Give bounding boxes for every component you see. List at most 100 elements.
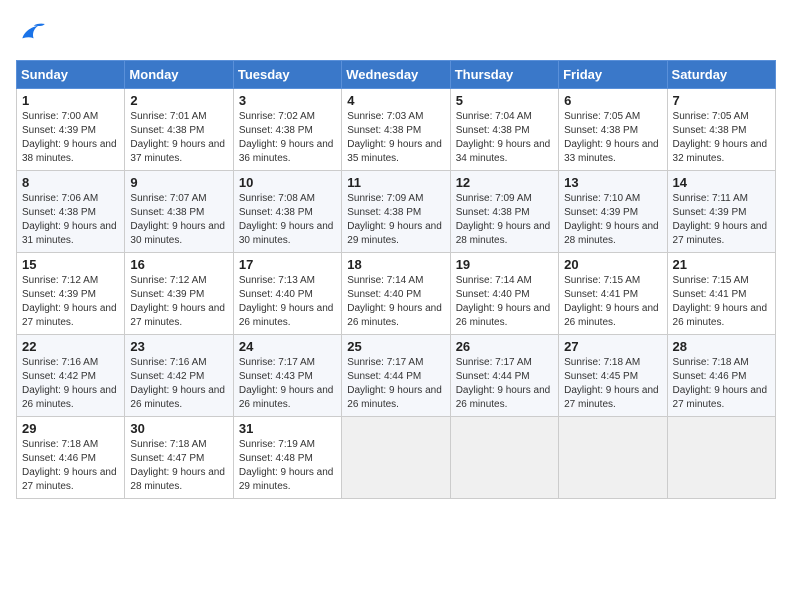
cell-info: Sunrise: 7:09 AM Sunset: 4:38 PM Dayligh… [456,192,553,248]
cell-info: Sunrise: 7:05 AM Sunset: 4:38 PM Dayligh… [673,110,770,166]
day-header-thursday: Thursday [450,61,558,89]
calendar-cell: 20 Sunrise: 7:15 AM Sunset: 4:41 PM Dayl… [559,253,667,335]
calendar-cell: 22 Sunrise: 7:16 AM Sunset: 4:42 PM Dayl… [17,335,125,417]
calendar-cell [450,417,558,499]
calendar-cell [667,417,775,499]
calendar-cell: 3 Sunrise: 7:02 AM Sunset: 4:38 PM Dayli… [233,89,341,171]
cell-info: Sunrise: 7:19 AM Sunset: 4:48 PM Dayligh… [239,438,336,494]
cell-info: Sunrise: 7:14 AM Sunset: 4:40 PM Dayligh… [347,274,444,330]
day-header-wednesday: Wednesday [342,61,450,89]
cell-info: Sunrise: 7:10 AM Sunset: 4:39 PM Dayligh… [564,192,661,248]
calendar-cell: 28 Sunrise: 7:18 AM Sunset: 4:46 PM Dayl… [667,335,775,417]
week-row-1: 1 Sunrise: 7:00 AM Sunset: 4:39 PM Dayli… [17,89,776,171]
calendar-cell: 2 Sunrise: 7:01 AM Sunset: 4:38 PM Dayli… [125,89,233,171]
calendar-cell: 12 Sunrise: 7:09 AM Sunset: 4:38 PM Dayl… [450,171,558,253]
day-number: 30 [130,421,227,436]
day-number: 23 [130,339,227,354]
day-header-tuesday: Tuesday [233,61,341,89]
calendar-cell: 14 Sunrise: 7:11 AM Sunset: 4:39 PM Dayl… [667,171,775,253]
calendar-cell: 7 Sunrise: 7:05 AM Sunset: 4:38 PM Dayli… [667,89,775,171]
day-number: 22 [22,339,119,354]
day-number: 4 [347,93,444,108]
day-number: 12 [456,175,553,190]
week-row-5: 29 Sunrise: 7:18 AM Sunset: 4:46 PM Dayl… [17,417,776,499]
calendar-table: SundayMondayTuesdayWednesdayThursdayFrid… [16,60,776,499]
cell-info: Sunrise: 7:11 AM Sunset: 4:39 PM Dayligh… [673,192,770,248]
day-header-friday: Friday [559,61,667,89]
day-number: 2 [130,93,227,108]
cell-info: Sunrise: 7:13 AM Sunset: 4:40 PM Dayligh… [239,274,336,330]
logo-icon [16,16,48,48]
cell-info: Sunrise: 7:02 AM Sunset: 4:38 PM Dayligh… [239,110,336,166]
calendar-cell: 8 Sunrise: 7:06 AM Sunset: 4:38 PM Dayli… [17,171,125,253]
day-number: 16 [130,257,227,272]
calendar-cell: 11 Sunrise: 7:09 AM Sunset: 4:38 PM Dayl… [342,171,450,253]
day-number: 15 [22,257,119,272]
cell-info: Sunrise: 7:12 AM Sunset: 4:39 PM Dayligh… [22,274,119,330]
cell-info: Sunrise: 7:17 AM Sunset: 4:44 PM Dayligh… [456,356,553,412]
calendar-cell: 4 Sunrise: 7:03 AM Sunset: 4:38 PM Dayli… [342,89,450,171]
logo [16,16,52,48]
week-row-4: 22 Sunrise: 7:16 AM Sunset: 4:42 PM Dayl… [17,335,776,417]
calendar-cell: 30 Sunrise: 7:18 AM Sunset: 4:47 PM Dayl… [125,417,233,499]
calendar-cell: 16 Sunrise: 7:12 AM Sunset: 4:39 PM Dayl… [125,253,233,335]
day-number: 17 [239,257,336,272]
calendar-cell: 10 Sunrise: 7:08 AM Sunset: 4:38 PM Dayl… [233,171,341,253]
day-number: 11 [347,175,444,190]
calendar-cell: 24 Sunrise: 7:17 AM Sunset: 4:43 PM Dayl… [233,335,341,417]
day-number: 18 [347,257,444,272]
day-number: 31 [239,421,336,436]
page-header [16,16,776,48]
day-number: 3 [239,93,336,108]
day-number: 8 [22,175,119,190]
day-number: 25 [347,339,444,354]
cell-info: Sunrise: 7:01 AM Sunset: 4:38 PM Dayligh… [130,110,227,166]
calendar-cell: 25 Sunrise: 7:17 AM Sunset: 4:44 PM Dayl… [342,335,450,417]
calendar-cell: 9 Sunrise: 7:07 AM Sunset: 4:38 PM Dayli… [125,171,233,253]
cell-info: Sunrise: 7:14 AM Sunset: 4:40 PM Dayligh… [456,274,553,330]
cell-info: Sunrise: 7:09 AM Sunset: 4:38 PM Dayligh… [347,192,444,248]
cell-info: Sunrise: 7:07 AM Sunset: 4:38 PM Dayligh… [130,192,227,248]
cell-info: Sunrise: 7:17 AM Sunset: 4:44 PM Dayligh… [347,356,444,412]
cell-info: Sunrise: 7:18 AM Sunset: 4:45 PM Dayligh… [564,356,661,412]
day-number: 26 [456,339,553,354]
cell-info: Sunrise: 7:08 AM Sunset: 4:38 PM Dayligh… [239,192,336,248]
day-number: 24 [239,339,336,354]
cell-info: Sunrise: 7:18 AM Sunset: 4:47 PM Dayligh… [130,438,227,494]
cell-info: Sunrise: 7:15 AM Sunset: 4:41 PM Dayligh… [564,274,661,330]
calendar-cell: 27 Sunrise: 7:18 AM Sunset: 4:45 PM Dayl… [559,335,667,417]
calendar-cell: 17 Sunrise: 7:13 AM Sunset: 4:40 PM Dayl… [233,253,341,335]
cell-info: Sunrise: 7:05 AM Sunset: 4:38 PM Dayligh… [564,110,661,166]
calendar-cell [342,417,450,499]
week-row-3: 15 Sunrise: 7:12 AM Sunset: 4:39 PM Dayl… [17,253,776,335]
day-number: 20 [564,257,661,272]
cell-info: Sunrise: 7:18 AM Sunset: 4:46 PM Dayligh… [22,438,119,494]
cell-info: Sunrise: 7:17 AM Sunset: 4:43 PM Dayligh… [239,356,336,412]
week-row-2: 8 Sunrise: 7:06 AM Sunset: 4:38 PM Dayli… [17,171,776,253]
day-number: 10 [239,175,336,190]
cell-info: Sunrise: 7:04 AM Sunset: 4:38 PM Dayligh… [456,110,553,166]
day-number: 19 [456,257,553,272]
day-number: 14 [673,175,770,190]
cell-info: Sunrise: 7:16 AM Sunset: 4:42 PM Dayligh… [130,356,227,412]
day-header-monday: Monday [125,61,233,89]
cell-info: Sunrise: 7:03 AM Sunset: 4:38 PM Dayligh… [347,110,444,166]
calendar-cell: 5 Sunrise: 7:04 AM Sunset: 4:38 PM Dayli… [450,89,558,171]
day-number: 6 [564,93,661,108]
day-number: 5 [456,93,553,108]
day-header-sunday: Sunday [17,61,125,89]
day-number: 21 [673,257,770,272]
calendar-cell [559,417,667,499]
day-number: 13 [564,175,661,190]
calendar-cell: 23 Sunrise: 7:16 AM Sunset: 4:42 PM Dayl… [125,335,233,417]
calendar-cell: 18 Sunrise: 7:14 AM Sunset: 4:40 PM Dayl… [342,253,450,335]
calendar-cell: 31 Sunrise: 7:19 AM Sunset: 4:48 PM Dayl… [233,417,341,499]
day-number: 29 [22,421,119,436]
cell-info: Sunrise: 7:18 AM Sunset: 4:46 PM Dayligh… [673,356,770,412]
calendar-cell: 19 Sunrise: 7:14 AM Sunset: 4:40 PM Dayl… [450,253,558,335]
day-number: 1 [22,93,119,108]
cell-info: Sunrise: 7:15 AM Sunset: 4:41 PM Dayligh… [673,274,770,330]
calendar-cell: 6 Sunrise: 7:05 AM Sunset: 4:38 PM Dayli… [559,89,667,171]
calendar-cell: 26 Sunrise: 7:17 AM Sunset: 4:44 PM Dayl… [450,335,558,417]
calendar-cell: 13 Sunrise: 7:10 AM Sunset: 4:39 PM Dayl… [559,171,667,253]
